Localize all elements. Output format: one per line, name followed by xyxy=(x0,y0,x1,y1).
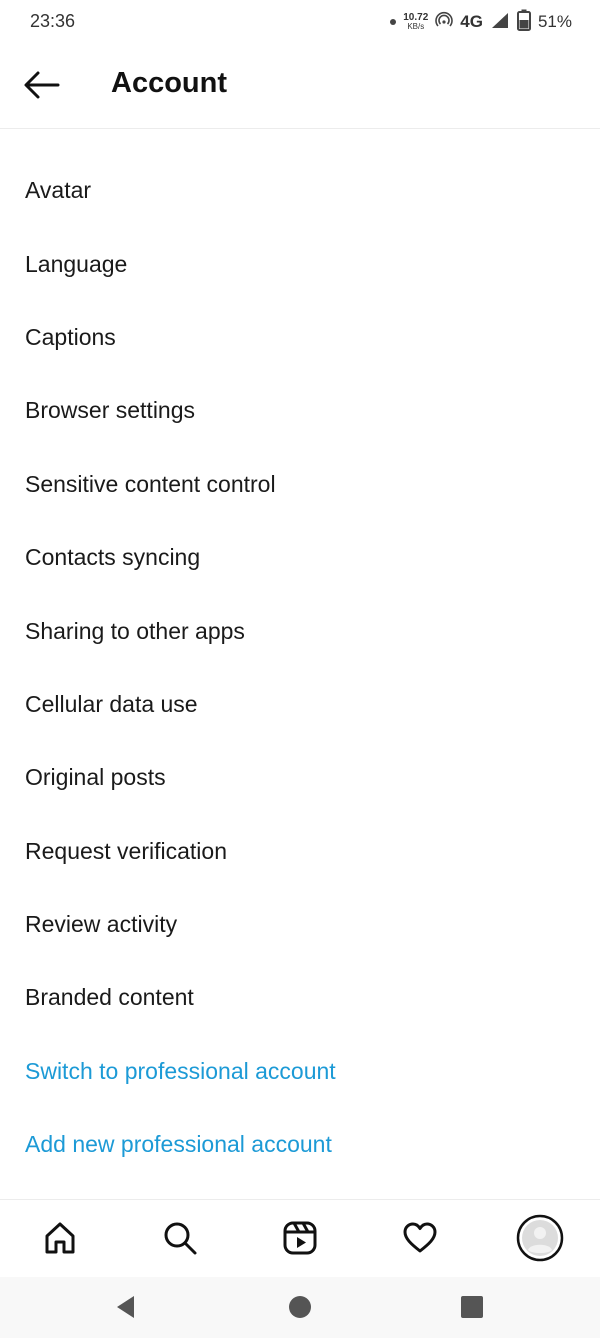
battery-percent: 51% xyxy=(537,12,572,31)
search-icon xyxy=(161,1219,199,1262)
back-triangle-icon xyxy=(114,1294,138,1325)
home-circle-icon xyxy=(288,1295,312,1324)
network-type: 4G xyxy=(460,12,483,31)
status-time: 23:36 xyxy=(30,11,76,31)
back-button[interactable] xyxy=(18,66,66,108)
settings-item-captions[interactable]: Captions xyxy=(0,301,600,374)
settings-item-original-posts[interactable]: Original posts xyxy=(0,741,600,814)
account-settings-screen: 23:36 10.72 KB/s 4G 51% Account Avatar L… xyxy=(0,0,600,1338)
system-nav-bar xyxy=(0,1277,600,1338)
settings-item-request-verification[interactable]: Request verification xyxy=(0,815,600,888)
nav-profile-button[interactable] xyxy=(512,1212,568,1268)
network-speed-value: 10.72 xyxy=(403,12,429,23)
settings-item-language[interactable]: Language xyxy=(0,227,600,300)
page-title: Account xyxy=(111,67,227,99)
reels-icon xyxy=(281,1219,319,1262)
bottom-nav-bar xyxy=(0,1199,600,1278)
settings-item-sharing-to-other-apps[interactable]: Sharing to other apps xyxy=(0,594,600,667)
profile-avatar-icon xyxy=(516,1214,564,1267)
settings-item-avatar[interactable]: Avatar xyxy=(0,154,600,227)
recents-square-icon xyxy=(460,1295,484,1324)
network-speed-unit: KB/s xyxy=(407,22,425,31)
settings-item-sensitive-content-control[interactable]: Sensitive content control xyxy=(0,448,600,521)
settings-item-review-activity[interactable]: Review activity xyxy=(0,888,600,961)
nav-activity-button[interactable] xyxy=(392,1212,448,1268)
system-recents-button[interactable] xyxy=(452,1289,492,1329)
nav-home-button[interactable] xyxy=(32,1212,88,1268)
switch-to-professional-link[interactable]: Switch to professional account xyxy=(0,1035,600,1108)
nav-reels-button[interactable] xyxy=(272,1212,328,1268)
network-speed: 10.72 KB/s xyxy=(403,12,429,32)
settings-item-branded-content[interactable]: Branded content xyxy=(0,961,600,1034)
settings-item-contacts-syncing[interactable]: Contacts syncing xyxy=(0,521,600,594)
hotspot-icon xyxy=(435,11,454,34)
signal-icon xyxy=(490,11,510,34)
status-icons: 10.72 KB/s 4G 51% xyxy=(390,8,572,36)
status-bar: 23:36 10.72 KB/s 4G 51% xyxy=(0,0,600,44)
arrow-left-icon xyxy=(22,70,62,105)
page-header: Account xyxy=(0,44,600,129)
settings-item-browser-settings[interactable]: Browser settings xyxy=(0,374,600,447)
system-back-button[interactable] xyxy=(106,1289,146,1329)
home-icon xyxy=(41,1219,79,1262)
settings-item-cellular-data-use[interactable]: Cellular data use xyxy=(0,668,600,741)
add-professional-account-link[interactable]: Add new professional account xyxy=(0,1108,600,1181)
nav-search-button[interactable] xyxy=(152,1212,208,1268)
battery-icon xyxy=(516,9,531,36)
notification-dot-icon xyxy=(390,19,397,25)
heart-icon xyxy=(401,1219,439,1262)
settings-list: Avatar Language Captions Browser setting… xyxy=(0,154,600,1181)
system-home-button[interactable] xyxy=(280,1289,320,1329)
